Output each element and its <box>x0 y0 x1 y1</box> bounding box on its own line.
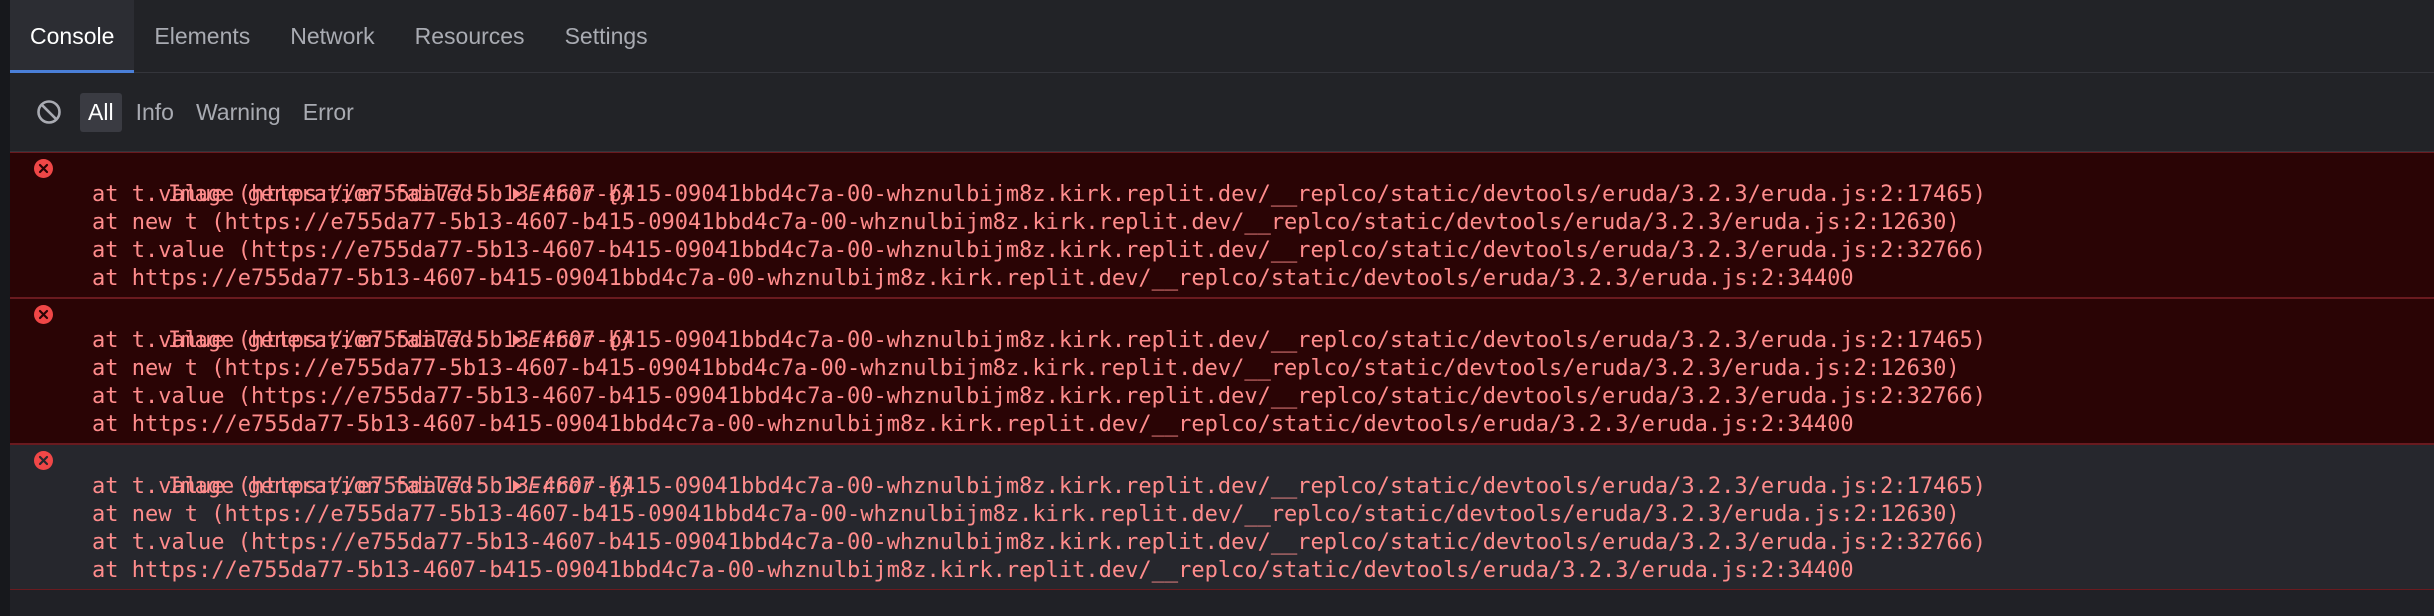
tab-resources[interactable]: Resources <box>395 0 545 72</box>
tab-label: Console <box>30 22 115 49</box>
stack-line: at t.value (https://e755da77-5b13-4607-b… <box>92 238 1987 263</box>
tab-label: Resources <box>414 22 525 49</box>
error-object[interactable]: Error {} <box>528 328 634 353</box>
console-toolbar: All Info Warning Error <box>10 73 2434 152</box>
devtools-tab-bar: Console Elements Network Resources Setti… <box>10 0 2434 73</box>
error-icon <box>34 451 53 470</box>
filter-error[interactable]: Error <box>295 93 362 132</box>
stack-line: at new t (https://e755da77-5b13-4607-b41… <box>92 502 1960 527</box>
tab-label: Network <box>290 22 375 49</box>
stack-line: at https://e755da77-5b13-4607-b415-09041… <box>92 558 1854 583</box>
log-entry-error[interactable]: Image generation failed: Error {} at t.v… <box>10 298 2434 444</box>
filter-info[interactable]: Info <box>128 93 182 132</box>
tab-network[interactable]: Network <box>270 0 394 72</box>
tab-elements[interactable]: Elements <box>134 0 270 72</box>
stack-line: at t.value (https://e755da77-5b13-4607-b… <box>92 384 1987 409</box>
filter-warning[interactable]: Warning <box>188 93 289 132</box>
console-log-list[interactable]: Image generation failed: Error {} at t.v… <box>10 152 2434 616</box>
error-object[interactable]: Error {} <box>528 474 634 499</box>
log-message: Image generation failed: <box>167 182 500 207</box>
tab-label: Settings <box>564 22 648 49</box>
expand-triangle-icon[interactable] <box>513 480 523 492</box>
clear-console-icon <box>37 100 61 124</box>
log-message: Image generation failed: <box>167 474 500 499</box>
devtools-panel: Console Elements Network Resources Setti… <box>0 0 2434 616</box>
log-message: Image generation failed: <box>167 328 500 353</box>
stack-line: at t.value (https://e755da77-5b13-4607-b… <box>92 530 1987 555</box>
expand-triangle-icon[interactable] <box>513 334 523 346</box>
error-icon <box>34 305 53 324</box>
log-header: Image generation failed: Error {} <box>10 445 2434 499</box>
log-header: Image generation failed: Error {} <box>10 299 2434 353</box>
left-edge <box>0 0 10 616</box>
stack-line: at new t (https://e755da77-5b13-4607-b41… <box>92 210 1960 235</box>
filter-all[interactable]: All <box>80 92 122 132</box>
stack-line: at https://e755da77-5b13-4607-b415-09041… <box>92 412 1854 437</box>
stack-line: at https://e755da77-5b13-4607-b415-09041… <box>92 266 1854 291</box>
log-header: Image generation failed: Error {} <box>10 153 2434 207</box>
tab-label: Elements <box>154 22 251 49</box>
stack-line: at new t (https://e755da77-5b13-4607-b41… <box>92 356 1960 381</box>
error-icon <box>34 159 53 178</box>
tab-console[interactable]: Console <box>10 0 135 73</box>
expand-triangle-icon[interactable] <box>513 188 523 200</box>
log-entry-error[interactable]: Image generation failed: Error {} at t.v… <box>10 152 2434 298</box>
error-object[interactable]: Error {} <box>528 182 634 207</box>
tab-settings[interactable]: Settings <box>545 0 668 72</box>
log-entry-error[interactable]: Image generation failed: Error {} at t.v… <box>10 444 2434 590</box>
clear-console-button[interactable] <box>34 97 64 127</box>
